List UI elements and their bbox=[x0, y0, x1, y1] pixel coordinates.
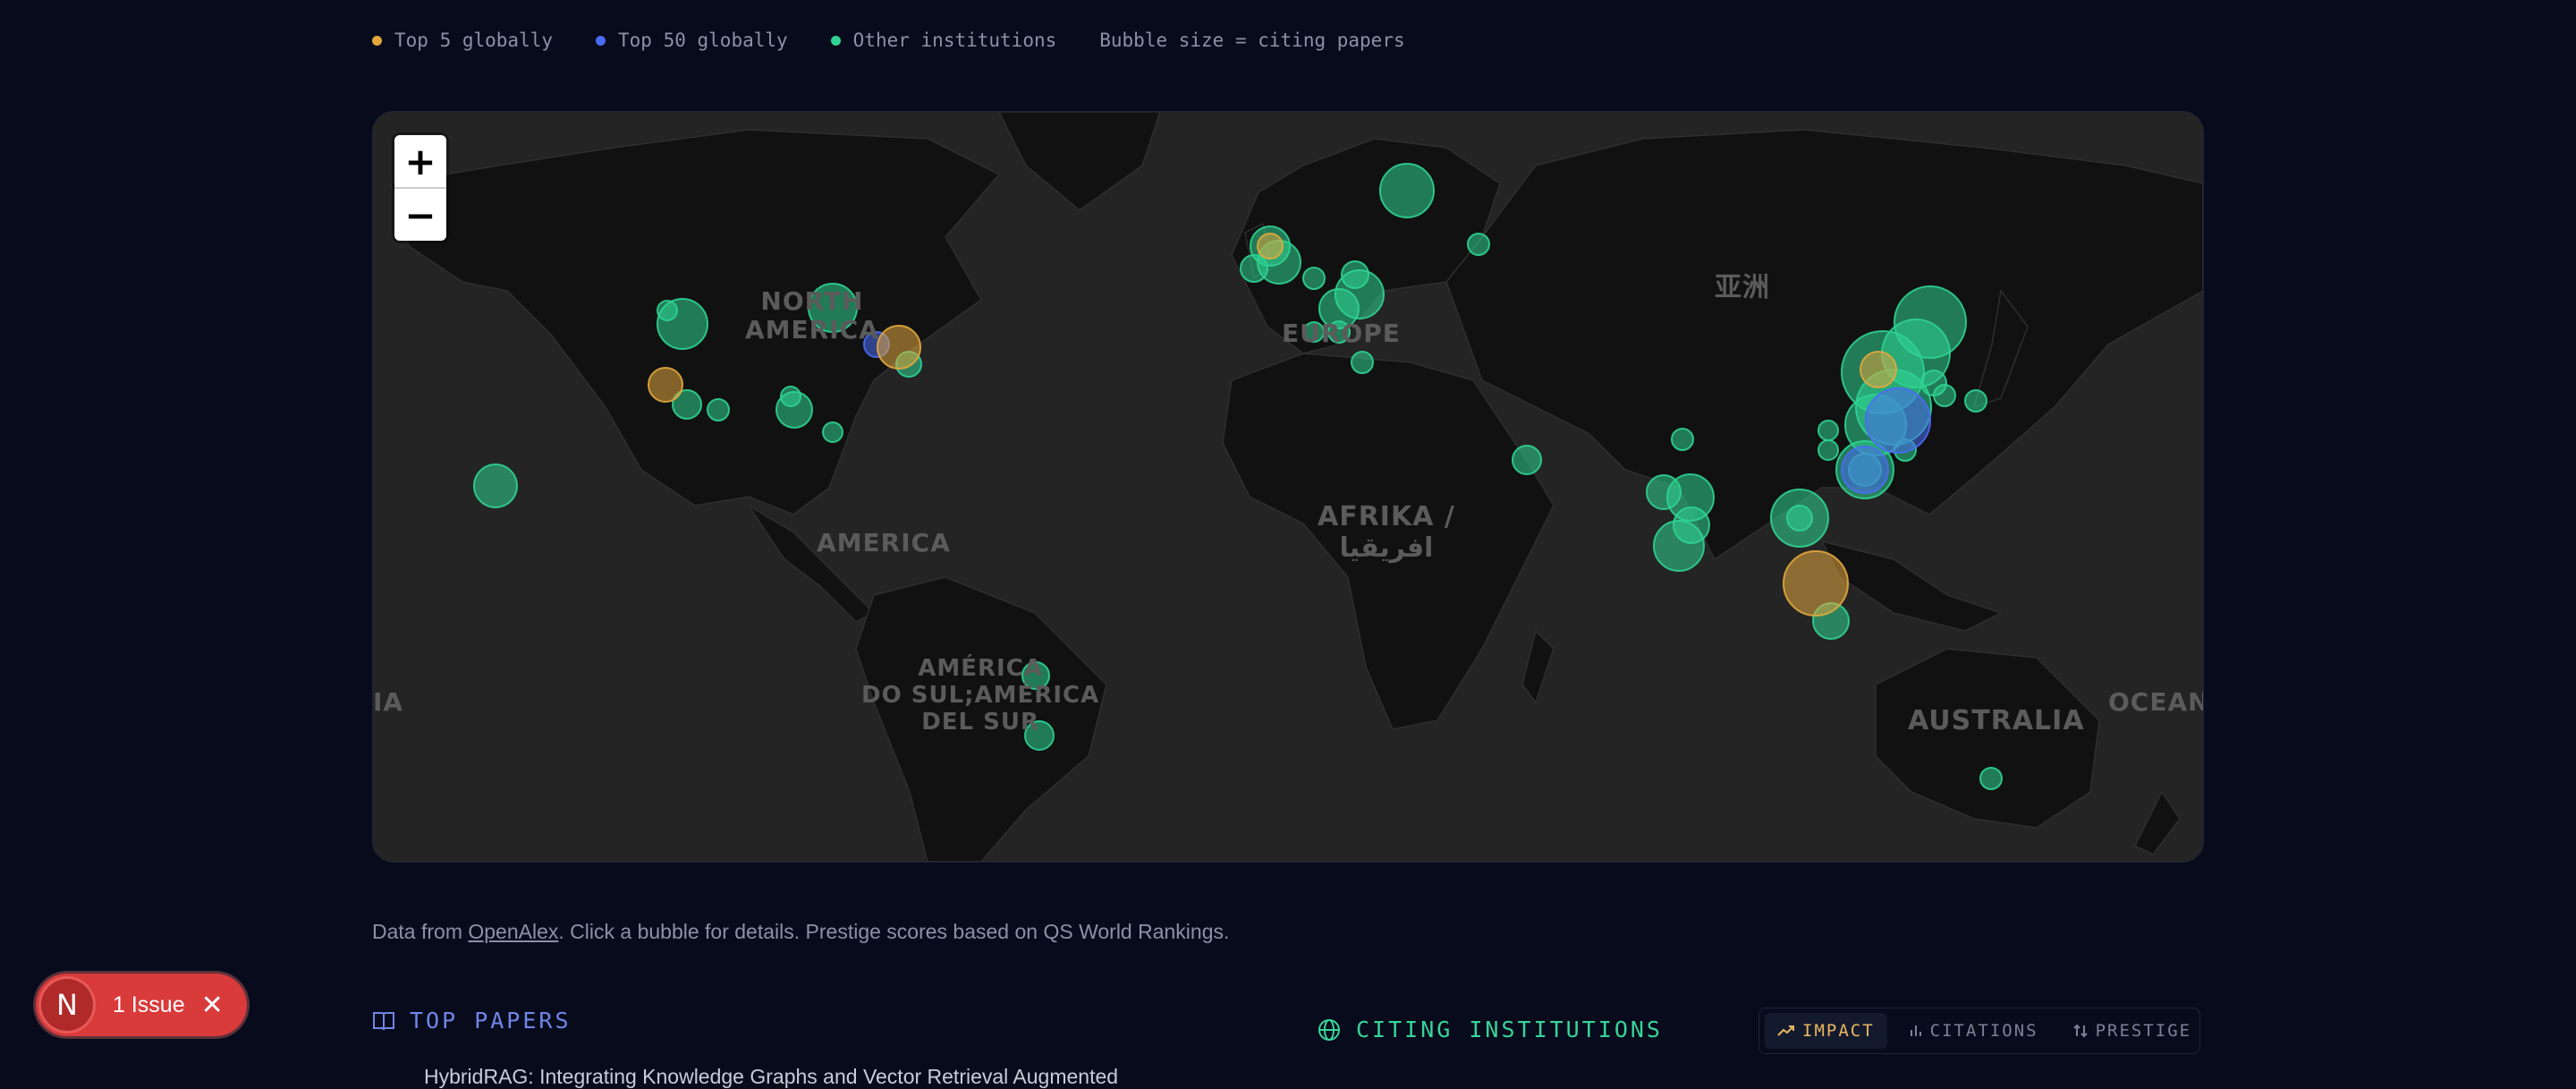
bubble-peking[interactable] bbox=[1860, 351, 1897, 388]
tab-prestige[interactable]: PRESTIGE bbox=[2060, 1013, 2205, 1049]
citing-institutions-heading: CITING INSTITUTIONS bbox=[1317, 1017, 1663, 1042]
sort-arrows-icon bbox=[2072, 1024, 2088, 1038]
bubble-scandinavia[interactable] bbox=[1379, 163, 1435, 218]
landmass-central-america bbox=[748, 505, 876, 623]
map-label-africa: AFRIKA / افريقيا bbox=[1318, 501, 1455, 564]
map-label-oceania-left: IA bbox=[373, 687, 404, 717]
zoom-in-button[interactable]: + bbox=[394, 135, 446, 187]
map-label-america: AMERICA bbox=[817, 528, 951, 557]
bubble-chengdu[interactable] bbox=[1818, 420, 1839, 441]
tab-citations[interactable]: CITATIONS bbox=[1896, 1013, 2051, 1049]
trending-up-icon bbox=[1777, 1025, 1794, 1036]
map-label-australia: AUSTRALIA bbox=[1908, 705, 2085, 736]
paper-list-item-first[interactable]: HybridRAG: Integrating Knowledge Graphs … bbox=[424, 1065, 1118, 1089]
legend-item-top5: Top 5 globally bbox=[372, 30, 553, 51]
close-icon[interactable]: ✕ bbox=[201, 990, 224, 1021]
bubble-kunming[interactable] bbox=[1818, 439, 1839, 461]
world-map[interactable]: NORTH AMERICA AMERICA AMÉRICA DO SUL;AMÉ… bbox=[372, 111, 2204, 863]
issue-count[interactable]: 1 Issue bbox=[113, 992, 185, 1018]
legend-item-top50: Top 50 globally bbox=[596, 30, 788, 51]
landmass-layer bbox=[390, 112, 2203, 862]
map-label-north-america: NORTH AMERICA bbox=[745, 286, 879, 345]
bubble-oxford[interactable] bbox=[1240, 254, 1268, 283]
bubble-italy[interactable] bbox=[1351, 351, 1374, 374]
data-source-note: Data from OpenAlex. Click a bubble for d… bbox=[372, 920, 1229, 944]
bubble-korea[interactable] bbox=[1933, 384, 1956, 407]
zoom-control: + − bbox=[394, 135, 446, 241]
openalex-link[interactable]: OpenAlex bbox=[468, 920, 558, 943]
bubble-chennai[interactable] bbox=[1653, 520, 1705, 572]
data-note-suffix: . Click a bubble for details. Prestige s… bbox=[558, 920, 1230, 943]
bubble-oxbridge[interactable] bbox=[1257, 233, 1284, 259]
landmass-greenland bbox=[998, 112, 1161, 211]
map-label-oceania-right: OCEAN bbox=[2108, 687, 2204, 717]
legend-bubble-size-note: Bubble size = citing papers bbox=[1099, 30, 1405, 51]
bubble-delhi[interactable] bbox=[1671, 428, 1694, 451]
bubble-florida[interactable] bbox=[822, 421, 843, 443]
landmass-asia bbox=[1445, 129, 2203, 561]
bubble-tsinghua[interactable] bbox=[1865, 387, 1931, 454]
globe-icon bbox=[1318, 1018, 1340, 1041]
bubble-harvard[interactable] bbox=[877, 325, 921, 370]
bubble-bangkok-inner[interactable] bbox=[1786, 505, 1813, 532]
top-papers-heading: TOP PAPERS bbox=[372, 1008, 572, 1034]
landmass-australia bbox=[1875, 648, 2100, 829]
bubble-tokyo[interactable] bbox=[1964, 389, 1987, 413]
map-label-south-america: AMÉRICA DO SUL;AMÉRICA DEL SUR bbox=[861, 655, 1100, 736]
map-label-asia: 亚洲 bbox=[1715, 272, 1770, 303]
legend-item-other: Other institutions bbox=[830, 30, 1057, 51]
bubble-dallas[interactable] bbox=[780, 386, 801, 407]
bar-chart-icon bbox=[1910, 1025, 1921, 1036]
bubble-gulf[interactable] bbox=[1512, 445, 1542, 475]
nextjs-logo-icon: N bbox=[41, 979, 93, 1031]
top-papers-title: TOP PAPERS bbox=[410, 1008, 572, 1034]
zoom-out-button[interactable]: − bbox=[394, 189, 446, 241]
legend-dot-other bbox=[830, 35, 841, 46]
bubble-hkust[interactable] bbox=[1841, 446, 1889, 494]
data-note-prefix: Data from bbox=[372, 920, 469, 943]
map-legend: Top 5 globally Top 50 globally Other ins… bbox=[372, 25, 1405, 55]
landmass-new-zealand bbox=[2133, 790, 2181, 855]
tab-prestige-label: PRESTIGE bbox=[2095, 1021, 2192, 1041]
citing-institutions-title: CITING INSTITUTIONS bbox=[1356, 1017, 1663, 1042]
legend-dot-top5 bbox=[372, 35, 382, 46]
tab-impact-label: IMPACT bbox=[1802, 1021, 1875, 1041]
issue-badge[interactable]: N 1 Issue ✕ bbox=[36, 974, 247, 1036]
legend-dot-top50 bbox=[596, 35, 606, 46]
sort-tabs: IMPACT CITATIONS PRESTIGE bbox=[1758, 1008, 2200, 1054]
map-basemap[interactable] bbox=[373, 112, 2203, 862]
tab-impact[interactable]: IMPACT bbox=[1765, 1013, 1887, 1049]
bubble-san-diego[interactable] bbox=[707, 398, 730, 421]
landmass-madagascar bbox=[1521, 629, 1555, 704]
legend-label-top5: Top 5 globally bbox=[394, 30, 554, 51]
bubble-hawaii[interactable] bbox=[473, 464, 518, 508]
tab-citations-label: CITATIONS bbox=[1929, 1021, 2038, 1041]
bubble-helsinki[interactable] bbox=[1467, 233, 1490, 256]
bubble-vancouver[interactable] bbox=[657, 300, 678, 321]
legend-label-other: Other institutions bbox=[852, 30, 1057, 51]
book-icon bbox=[373, 1011, 394, 1030]
bubble-amsterdam[interactable] bbox=[1302, 267, 1326, 290]
bubble-stanford[interactable] bbox=[648, 367, 683, 403]
bubble-singapore[interactable] bbox=[1783, 550, 1849, 617]
bubble-melbourne[interactable] bbox=[1979, 767, 2003, 790]
legend-label-top50: Top 50 globally bbox=[618, 30, 788, 51]
map-label-europe: EUROPE bbox=[1282, 319, 1401, 348]
